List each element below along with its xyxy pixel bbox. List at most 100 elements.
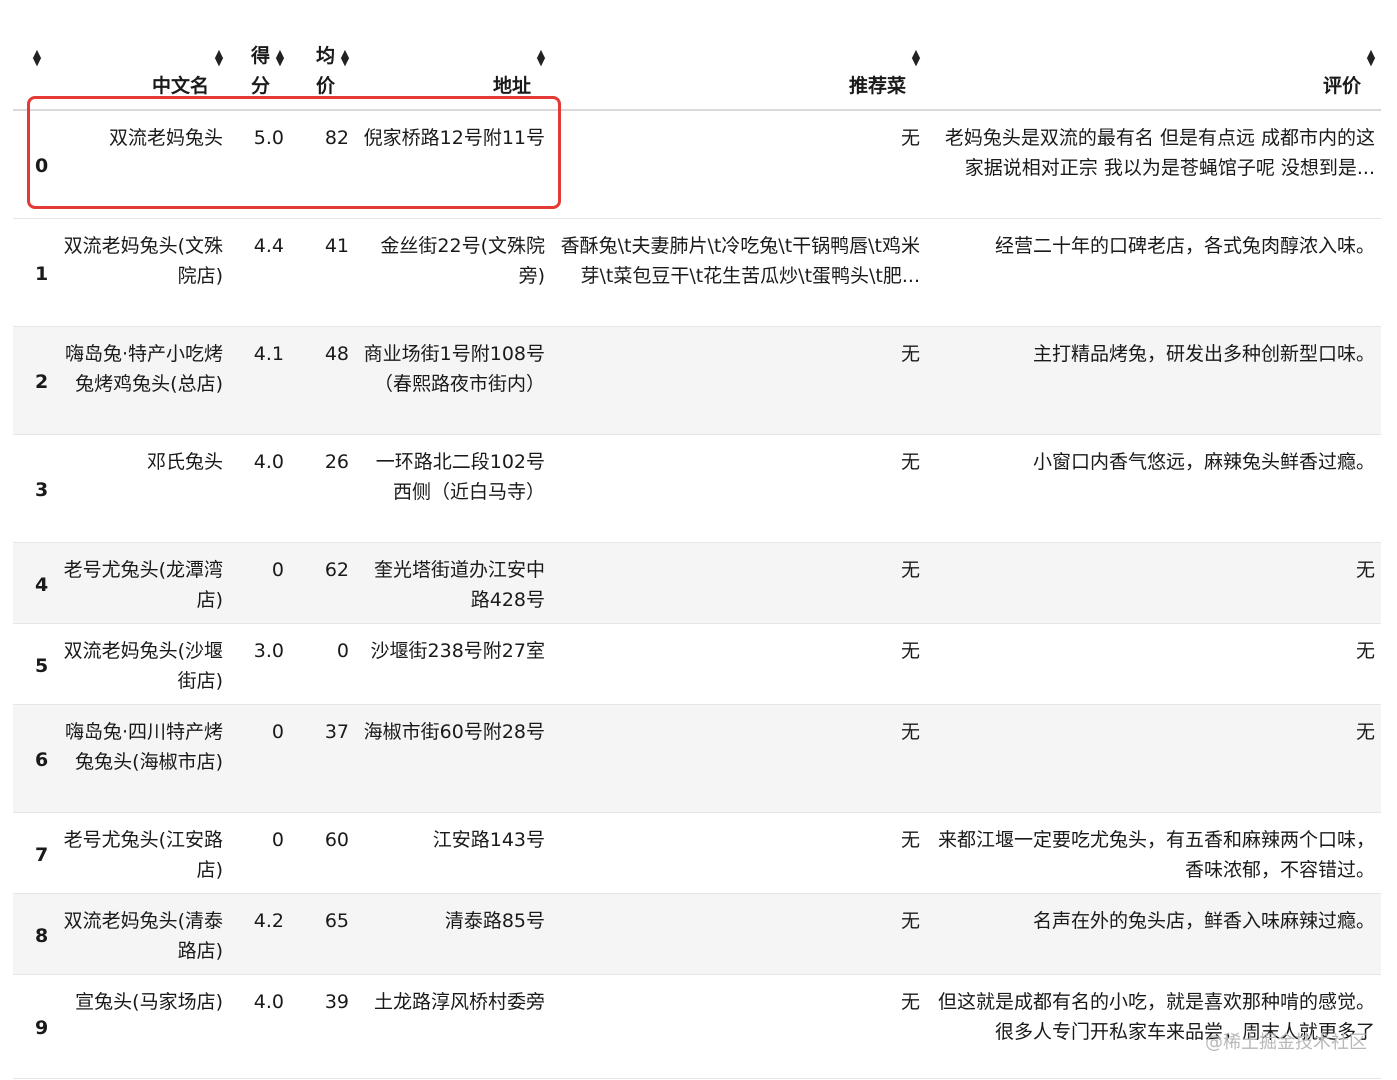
- header-dishes[interactable]: 推荐菜 ▲ ▼: [551, 28, 926, 111]
- header-price-label-1: 均: [315, 45, 335, 67]
- cell-dishes: 无: [551, 974, 926, 1079]
- cell-name: 宣兔头(马家场店): [56, 974, 229, 1079]
- cell-review: 无: [926, 704, 1381, 813]
- cell-name: 老号尤兔头(江安路店): [56, 812, 229, 894]
- cell-dishes: 无: [551, 326, 926, 435]
- cell-score: 4.0: [229, 434, 290, 543]
- header-name-label: 中文名: [151, 75, 209, 97]
- cell-address: 奎光塔街道办江安中路428号: [355, 542, 551, 624]
- sort-arrows-icon[interactable]: ▲ ▼: [339, 48, 351, 67]
- table-row: 1 双流老妈兔头(文殊院店) 4.4 41 金丝街22号(文殊院旁) 香酥兔\t…: [13, 218, 1381, 327]
- cell-price: 82: [290, 110, 355, 219]
- row-index: 9: [13, 974, 56, 1079]
- cell-score: 4.1: [229, 326, 290, 435]
- header-row: ▲ ▼ 中文名 ▲ ▼ 得 分 ▲ ▼ 均 价 ▲ ▼ 地址 ▲ ▼ 推荐菜 ▲…: [13, 28, 1381, 111]
- cell-score: 5.0: [229, 110, 290, 219]
- table-row: 2 嗨岛兔·特产小吃烤兔烤鸡兔头(总店) 4.1 48 商业场街1号附108号（…: [13, 326, 1381, 435]
- table-row: 4 老号尤兔头(龙潭湾店) 0 62 奎光塔街道办江安中路428号 无 无: [13, 542, 1381, 624]
- cell-name: 邓氏兔头: [56, 434, 229, 543]
- cell-dishes: 无: [551, 704, 926, 813]
- cell-name: 嗨岛兔·特产小吃烤兔烤鸡兔头(总店): [56, 326, 229, 435]
- sort-arrows-icon[interactable]: ▲ ▼: [1365, 48, 1377, 67]
- cell-address: 一环路北二段102号西侧（近白马寺）: [355, 434, 551, 543]
- cell-address: 金丝街22号(文殊院旁): [355, 218, 551, 327]
- row-index: 7: [13, 812, 56, 894]
- cell-review: 但这就是成都有名的小吃，就是喜欢那种啃的感觉。很多人专门开私家车来品尝，周末人就…: [926, 974, 1381, 1079]
- cell-review: 老妈兔头是双流的最有名 但是有点远 成都市内的这家据说相对正宗 我以为是苍蝇馆子…: [926, 110, 1381, 219]
- cell-score: 0: [229, 704, 290, 813]
- cell-score: 3.0: [229, 623, 290, 705]
- sort-arrows-icon[interactable]: ▲ ▼: [535, 48, 547, 67]
- table-row: 0 双流老妈兔头 5.0 82 倪家桥路12号附11号 无 老妈兔头是双流的最有…: [13, 110, 1381, 219]
- header-score[interactable]: 得 分 ▲ ▼: [229, 28, 290, 111]
- cell-score: 4.0: [229, 974, 290, 1079]
- table-row: 5 双流老妈兔头(沙堰街店) 3.0 0 沙堰街238号附27室 无 无: [13, 623, 1381, 705]
- cell-score: 0: [229, 812, 290, 894]
- cell-address: 江安路143号: [355, 812, 551, 894]
- cell-price: 0: [290, 623, 355, 705]
- cell-name: 双流老妈兔头(文殊院店): [56, 218, 229, 327]
- cell-price: 41: [290, 218, 355, 327]
- header-address-label: 地址: [492, 75, 531, 97]
- table-row: 3 邓氏兔头 4.0 26 一环路北二段102号西侧（近白马寺） 无 小窗口内香…: [13, 434, 1381, 543]
- cell-score: 4.4: [229, 218, 290, 327]
- cell-address: 土龙路淳风桥村委旁: [355, 974, 551, 1079]
- table-row: 9 宣兔头(马家场店) 4.0 39 土龙路淳风桥村委旁 无 但这就是成都有名的…: [13, 974, 1381, 1079]
- cell-price: 62: [290, 542, 355, 624]
- row-index: 3: [13, 434, 56, 543]
- row-index: 0: [13, 110, 56, 219]
- header-dishes-label: 推荐菜: [848, 75, 906, 97]
- cell-dishes: 无: [551, 434, 926, 543]
- header-price-label-2: 价: [315, 75, 335, 97]
- cell-dishes: 无: [551, 542, 926, 624]
- cell-address: 沙堰街238号附27室: [355, 623, 551, 705]
- cell-review: 无: [926, 542, 1381, 624]
- header-price[interactable]: 均 价 ▲ ▼: [290, 28, 355, 111]
- row-index: 8: [13, 893, 56, 975]
- cell-dishes: 无: [551, 623, 926, 705]
- cell-price: 65: [290, 893, 355, 975]
- cell-address: 商业场街1号附108号（春熙路夜市街内）: [355, 326, 551, 435]
- cell-review: 无: [926, 623, 1381, 705]
- cell-price: 37: [290, 704, 355, 813]
- row-index: 1: [13, 218, 56, 327]
- sort-arrows-icon[interactable]: ▲ ▼: [274, 48, 286, 67]
- cell-review: 主打精品烤兔，研发出多种创新型口味。: [926, 326, 1381, 435]
- header-score-label-1: 得: [250, 45, 270, 67]
- sort-arrows-icon[interactable]: ▲ ▼: [31, 48, 43, 67]
- header-address[interactable]: 地址 ▲ ▼: [355, 28, 551, 111]
- cell-dishes: 无: [551, 812, 926, 894]
- cell-address: 海椒市街60号附28号: [355, 704, 551, 813]
- cell-price: 48: [290, 326, 355, 435]
- header-index[interactable]: ▲ ▼: [13, 28, 56, 111]
- cell-address: 倪家桥路12号附11号: [355, 110, 551, 219]
- cell-price: 39: [290, 974, 355, 1079]
- cell-score: 0: [229, 542, 290, 624]
- cell-review: 来都江堰一定要吃尤兔头，有五香和麻辣两个口味，香味浓郁，不容错过。: [926, 812, 1381, 894]
- sort-arrows-icon[interactable]: ▲ ▼: [213, 48, 225, 67]
- cell-name: 老号尤兔头(龙潭湾店): [56, 542, 229, 624]
- row-index: 5: [13, 623, 56, 705]
- cell-review: 经营二十年的口碑老店，各式兔肉醇浓入味。: [926, 218, 1381, 327]
- cell-review: 小窗口内香气悠远，麻辣兔头鲜香过瘾。: [926, 434, 1381, 543]
- cell-review: 名声在外的兔头店，鲜香入味麻辣过瘾。: [926, 893, 1381, 975]
- header-review-label: 评价: [1322, 75, 1361, 97]
- cell-name: 双流老妈兔头(沙堰街店): [56, 623, 229, 705]
- header-score-label-2: 分: [250, 75, 270, 97]
- cell-dishes: 无: [551, 110, 926, 219]
- row-index: 4: [13, 542, 56, 624]
- row-index: 2: [13, 326, 56, 435]
- sort-arrows-icon[interactable]: ▲ ▼: [910, 48, 922, 67]
- cell-name: 嗨岛兔·四川特产烤兔兔头(海椒市店): [56, 704, 229, 813]
- table-row: 6 嗨岛兔·四川特产烤兔兔头(海椒市店) 0 37 海椒市街60号附28号 无 …: [13, 704, 1381, 813]
- header-review[interactable]: 评价 ▲ ▼: [926, 28, 1381, 111]
- table-row: 7 老号尤兔头(江安路店) 0 60 江安路143号 无 来都江堰一定要吃尤兔头…: [13, 812, 1381, 894]
- cell-price: 60: [290, 812, 355, 894]
- dataframe-table: ▲ ▼ 中文名 ▲ ▼ 得 分 ▲ ▼ 均 价 ▲ ▼ 地址 ▲ ▼ 推荐菜 ▲…: [13, 28, 1381, 1079]
- header-name[interactable]: 中文名 ▲ ▼: [56, 28, 229, 111]
- cell-score: 4.2: [229, 893, 290, 975]
- cell-dishes: 无: [551, 893, 926, 975]
- cell-name: 双流老妈兔头(清泰路店): [56, 893, 229, 975]
- cell-address: 清泰路85号: [355, 893, 551, 975]
- row-index: 6: [13, 704, 56, 813]
